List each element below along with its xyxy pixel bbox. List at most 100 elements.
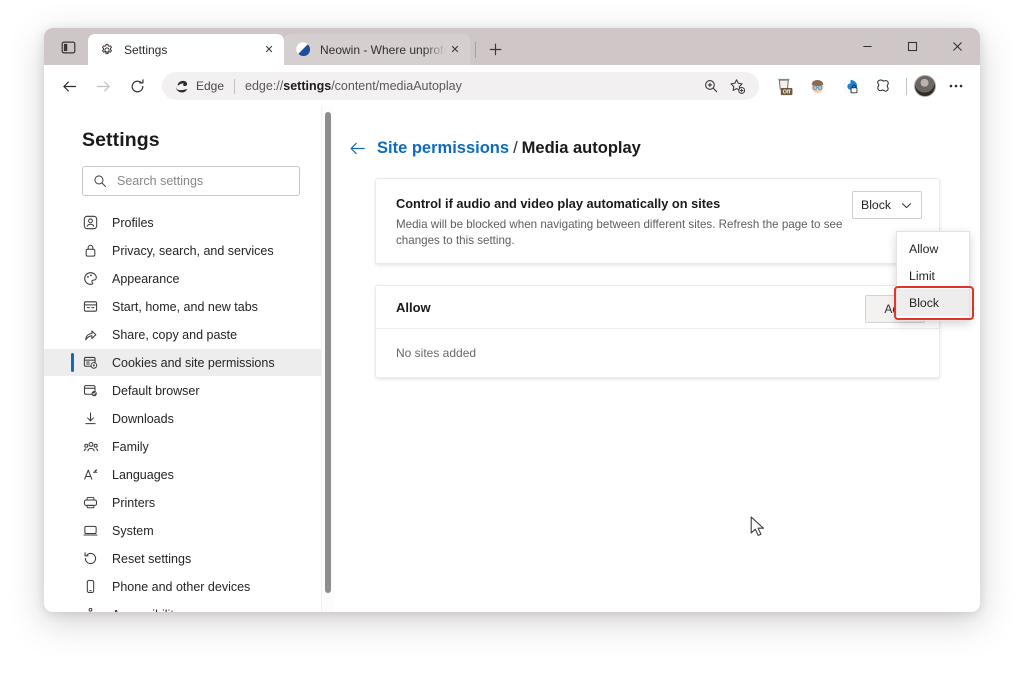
tab-title: Settings [124, 43, 260, 57]
sidebar-item-appearance[interactable]: Appearance [44, 265, 334, 292]
sidebar-item-label: Printers [112, 496, 155, 510]
allow-card-body: No sites added [376, 329, 939, 377]
dropdown-option-limit[interactable]: Limit [897, 262, 969, 289]
extension-translate-face-icon[interactable] [803, 72, 831, 100]
sidebar-item-label: System [112, 524, 154, 538]
breadcrumb-current: Media autoplay [522, 139, 641, 157]
refresh-icon [129, 78, 146, 95]
sidebar-item-downloads[interactable]: Downloads [44, 405, 334, 432]
sidebar-item-label: Profiles [112, 216, 154, 230]
refresh-button[interactable] [122, 71, 152, 101]
screen: Settings ✕ Neowin - Where unprofessional… [0, 0, 1024, 680]
dropdown-option-block[interactable]: Block [897, 289, 969, 316]
url-text: edge://settings/content/mediaAutoplay [245, 79, 462, 93]
tab-actions-button[interactable] [52, 32, 84, 62]
collections-icon[interactable] [869, 72, 897, 100]
toolbar-divider [906, 78, 907, 95]
sidebar-item-label: Downloads [112, 412, 174, 426]
tab-neowin[interactable]: Neowin - Where unprofessional ✕ [284, 34, 470, 65]
empty-state-text: No sites added [396, 346, 476, 360]
back-arrow-icon [61, 78, 78, 95]
search-icon [93, 174, 107, 188]
dropdown-option-allow[interactable]: Allow [897, 235, 969, 262]
sidebar-item-start-home-new-tabs[interactable]: Start, home, and new tabs [44, 293, 334, 320]
zoom-in-icon[interactable] [697, 73, 724, 100]
sidebar-item-reset-settings[interactable]: Reset settings [44, 545, 334, 572]
media-autoplay-dropdown-menu[interactable]: Allow Limit Block [896, 231, 970, 321]
tab-strip: Settings ✕ Neowin - Where unprofessional… [44, 28, 980, 65]
tab-actions-icon [61, 40, 76, 55]
lock-icon [82, 243, 99, 258]
page-title: Settings [82, 129, 334, 152]
sidebar-scrollbar-thumb[interactable] [325, 112, 331, 593]
neowin-icon [295, 42, 311, 58]
more-options-button[interactable] [942, 72, 970, 100]
avatar[interactable] [914, 75, 936, 97]
allow-card-header: Allow Add [376, 286, 939, 329]
sidebar-item-label: Languages [112, 468, 174, 482]
tab-settings[interactable]: Settings ✕ [88, 34, 284, 65]
page-content: Settings Search settings [44, 107, 980, 612]
browser-window: Settings ✕ Neowin - Where unprofessional… [44, 28, 980, 612]
sidebar-item-share-copy-paste[interactable]: Share, copy and paste [44, 321, 334, 348]
close-icon[interactable]: ✕ [446, 41, 464, 59]
sidebar-item-profiles[interactable]: Profiles [44, 209, 334, 236]
search-settings-box[interactable]: Search settings [82, 166, 300, 196]
sidebar-item-accessibility[interactable]: Accessibility [44, 601, 334, 612]
svg-text:Off: Off [782, 89, 790, 95]
maximize-button[interactable] [890, 28, 935, 65]
breadcrumb-text: Site permissions/Media autoplay [377, 139, 641, 158]
back-button[interactable] [54, 71, 84, 101]
address-bar[interactable]: Edge edge://settings/content/mediaAutopl… [162, 72, 759, 100]
sidebar-item-printers[interactable]: Printers [44, 489, 334, 516]
cookie-permissions-icon [82, 355, 99, 370]
new-tab-button[interactable] [482, 36, 508, 62]
sidebar-item-label: Accessibility [112, 608, 180, 613]
back-arrow-icon[interactable] [348, 139, 370, 158]
allow-sites-card: Allow Add No sites added [375, 285, 940, 378]
maximize-icon [907, 41, 918, 52]
monitor-icon [82, 523, 99, 538]
gear-icon [99, 42, 115, 58]
sidebar-item-languages[interactable]: Languages [44, 461, 334, 488]
minimize-icon [862, 41, 873, 52]
edge-chip: Edge [174, 79, 224, 94]
sidebar-item-label: Start, home, and new tabs [112, 300, 258, 314]
window-home-icon [82, 299, 99, 314]
sidebar-item-system[interactable]: System [44, 517, 334, 544]
sidebar-item-label: Reset settings [112, 552, 191, 566]
sidebar-scrollbar[interactable] [321, 107, 334, 612]
sidebar-item-cookies-and-site-permissions[interactable]: Cookies and site permissions [44, 349, 334, 376]
extension-privacy-lock-icon[interactable] [836, 72, 864, 100]
extension-ublock-off-badge-icon[interactable]: Off [770, 72, 798, 100]
forward-arrow-icon [95, 78, 112, 95]
sidebar-item-label: Appearance [112, 272, 179, 286]
default-browser-icon [82, 383, 99, 398]
search-input[interactable]: Search settings [117, 174, 203, 188]
sidebar-item-label: Cookies and site permissions [112, 356, 275, 370]
ellipsis-icon [947, 77, 965, 95]
sidebar-item-default-browser[interactable]: Default browser [44, 377, 334, 404]
media-autoplay-dropdown-button[interactable]: Block [852, 191, 922, 219]
sidebar-item-family[interactable]: Family [44, 433, 334, 460]
mouse-cursor [750, 516, 767, 544]
allow-card-title: Allow [396, 300, 431, 315]
close-button[interactable] [935, 28, 980, 65]
profile-icon [82, 215, 99, 230]
chevron-down-icon [900, 199, 913, 212]
settings-nav-list: Profiles Privacy, search, and services [44, 209, 334, 612]
sidebar-item-label: Default browser [112, 384, 200, 398]
sidebar-item-label: Share, copy and paste [112, 328, 237, 342]
control-description: Media will be blocked when navigating be… [396, 217, 851, 248]
edge-logo-icon [174, 79, 189, 94]
media-autoplay-control-card: Control if audio and video play automati… [375, 178, 940, 264]
sidebar-item-phone-and-other-devices[interactable]: Phone and other devices [44, 573, 334, 600]
close-icon[interactable]: ✕ [260, 41, 278, 59]
breadcrumb-parent-link[interactable]: Site permissions [377, 139, 509, 157]
add-favorite-star-icon[interactable] [724, 73, 751, 100]
minimize-button[interactable] [845, 28, 890, 65]
sidebar-item-privacy-search-services[interactable]: Privacy, search, and services [44, 237, 334, 264]
plus-icon [489, 43, 502, 56]
omnibox-divider [234, 79, 235, 94]
forward-button[interactable] [88, 71, 118, 101]
